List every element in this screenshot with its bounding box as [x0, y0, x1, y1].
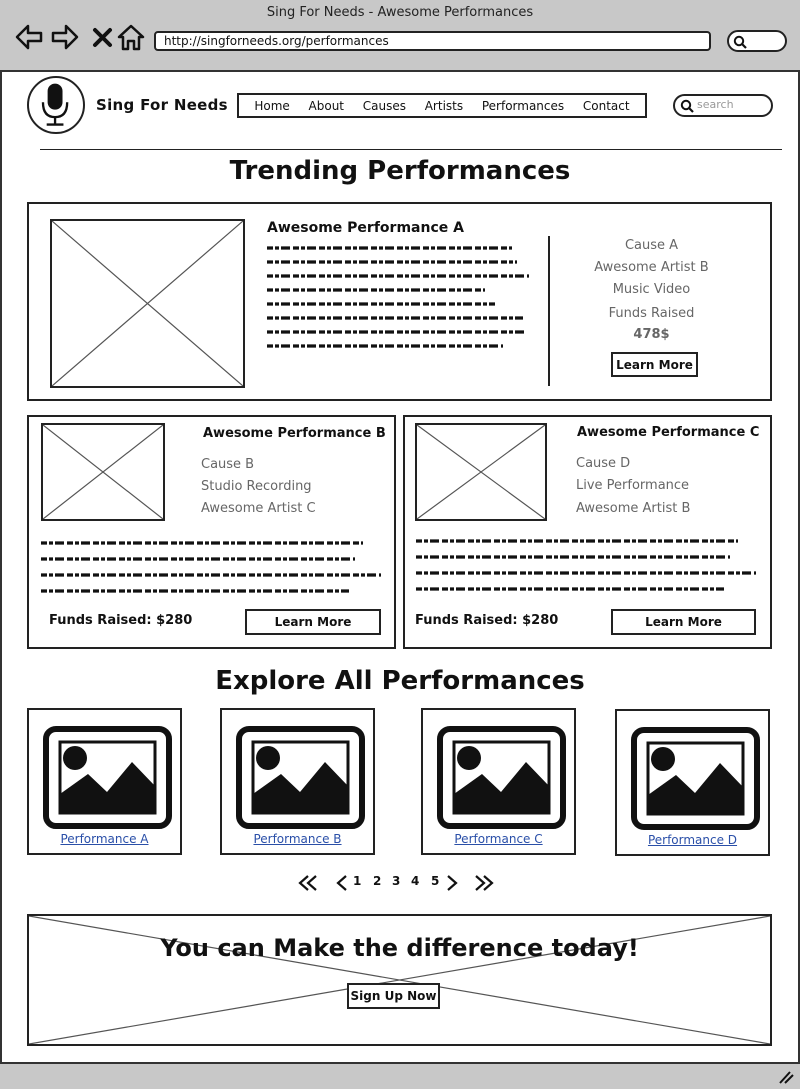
featured-funds-label: Funds Raised [608, 306, 695, 321]
page-3[interactable]: 3 [392, 874, 400, 888]
page-4[interactable]: 4 [411, 874, 419, 888]
featured-performance-card: Awesome Performance A Cause A Awesome Ar… [27, 202, 772, 401]
image-icon [236, 726, 365, 829]
performance-link-d[interactable]: Performance D [617, 833, 768, 847]
nav-contact[interactable]: Contact [583, 99, 630, 113]
microphone-icon [41, 83, 69, 126]
last-page-icon[interactable] [473, 874, 495, 892]
search-icon [733, 35, 747, 49]
featured-funds-value: 478$ [633, 327, 670, 342]
trending-heading: Trending Performances [229, 156, 571, 186]
card-b-artist: Awesome Artist C [201, 501, 316, 516]
browser-search-field[interactable] [727, 30, 787, 52]
performance-thumb-b[interactable]: Performance B [220, 708, 375, 855]
first-page-icon[interactable] [297, 874, 319, 892]
performance-card-c: Awesome Performance C Cause D Live Perfo… [403, 415, 772, 649]
featured-cause: Cause A [624, 238, 679, 253]
home-icon[interactable] [116, 22, 146, 52]
main-nav: Home About Causes Artists Performances C… [237, 93, 647, 118]
performance-link-a[interactable]: Performance A [29, 832, 180, 846]
page-5[interactable]: 5 [431, 874, 439, 888]
search-icon [680, 99, 694, 113]
site-name[interactable]: Sing For Needs [96, 96, 228, 114]
card-c-learn-more-button[interactable]: Learn More [611, 609, 756, 635]
resize-grip-icon[interactable] [776, 1069, 794, 1085]
performance-thumb-d[interactable]: Performance D [615, 709, 770, 856]
sign-up-button[interactable]: Sign Up Now [347, 983, 440, 1009]
nav-performances[interactable]: Performances [482, 99, 564, 113]
featured-learn-more-button[interactable]: Learn More [611, 352, 698, 377]
nav-about[interactable]: About [309, 99, 344, 113]
banner-headline: You can Make the difference today! [160, 934, 639, 962]
pagination: 1 2 3 4 5 [295, 870, 505, 896]
nav-artists[interactable]: Artists [425, 99, 463, 113]
image-placeholder [41, 423, 165, 521]
featured-title: Awesome Performance A [267, 220, 464, 236]
nav-home[interactable]: Home [254, 99, 289, 113]
nav-causes[interactable]: Causes [363, 99, 406, 113]
card-b-learn-more-button[interactable]: Learn More [245, 609, 381, 635]
card-c-funds: Funds Raised: $280 [415, 613, 559, 628]
scribble-text [267, 246, 529, 348]
performance-link-c[interactable]: Performance C [423, 832, 574, 846]
page-2[interactable]: 2 [373, 874, 381, 888]
search-placeholder: search [697, 98, 734, 111]
vertical-divider [548, 236, 550, 386]
card-b-title: Awesome Performance B [203, 426, 386, 441]
image-placeholder [415, 423, 547, 521]
card-c-artist: Awesome Artist B [576, 501, 691, 516]
signup-banner: You can Make the difference today! Sign … [27, 914, 772, 1046]
previous-page-icon[interactable] [335, 874, 349, 892]
header-divider [40, 149, 782, 150]
url-bar[interactable]: http://singforneeds.org/performances [154, 31, 711, 51]
featured-artist: Awesome Artist B [594, 260, 709, 275]
page-1[interactable]: 1 [353, 874, 361, 888]
window-title: Sing For Needs - Awesome Performances [266, 5, 534, 20]
performance-thumb-c[interactable]: Performance C [421, 708, 576, 855]
explore-heading: Explore All Performances [215, 666, 585, 696]
browser-statusbar [0, 1062, 800, 1089]
scribble-text [416, 539, 756, 591]
back-arrow-icon[interactable] [14, 22, 44, 52]
featured-type: Music Video [612, 282, 691, 297]
image-icon [43, 726, 172, 829]
close-icon[interactable] [88, 22, 118, 52]
performance-link-b[interactable]: Performance B [222, 832, 373, 846]
card-c-cause: Cause D [576, 456, 631, 471]
browser-toolbar: Sing For Needs - Awesome Performances ht… [0, 0, 800, 72]
performance-card-b: Awesome Performance B Cause B Studio Rec… [27, 415, 396, 649]
image-icon [437, 726, 566, 829]
site-logo[interactable] [27, 76, 85, 134]
scribble-text [41, 541, 381, 593]
card-b-funds: Funds Raised: $280 [49, 613, 193, 628]
site-search-input[interactable]: search [673, 94, 773, 117]
next-page-icon[interactable] [445, 874, 459, 892]
forward-arrow-icon[interactable] [50, 22, 80, 52]
card-b-type: Studio Recording [201, 479, 312, 494]
image-placeholder [50, 219, 245, 388]
performance-thumb-a[interactable]: Performance A [27, 708, 182, 855]
card-c-type: Live Performance [576, 478, 690, 493]
image-icon [631, 727, 760, 830]
card-b-cause: Cause B [201, 457, 255, 472]
card-c-title: Awesome Performance C [577, 425, 760, 440]
